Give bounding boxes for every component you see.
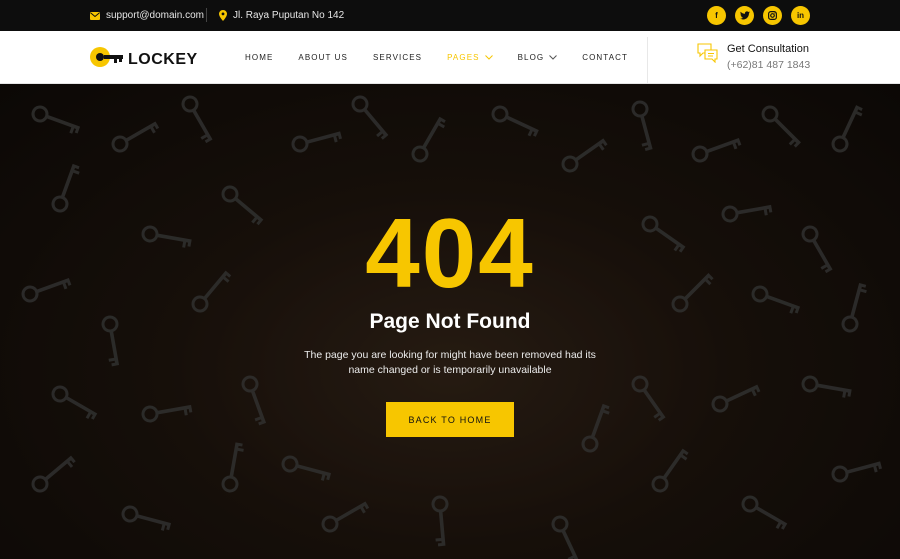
error-code: 404 bbox=[365, 198, 535, 308]
facebook-icon[interactable]: f bbox=[707, 6, 726, 25]
key-logo-icon bbox=[90, 46, 124, 73]
address-contact: Jl. Raya Puputan No 142 bbox=[206, 8, 344, 22]
nav-pages-label: PAGES bbox=[447, 53, 480, 62]
main-header: LOCKEY HOME ABOUT US SERVICES PAGES BLOG… bbox=[0, 31, 900, 84]
twitter-icon[interactable] bbox=[735, 6, 754, 25]
nav-blog-label: BLOG bbox=[517, 53, 545, 62]
back-to-home-button[interactable]: BACK TO HOME bbox=[386, 402, 514, 437]
linkedin-icon[interactable]: in bbox=[791, 6, 810, 25]
nav-home[interactable]: HOME bbox=[245, 53, 273, 62]
main-nav: HOME ABOUT US SERVICES PAGES BLOG CONTAC… bbox=[245, 31, 653, 84]
error-title: Page Not Found bbox=[369, 310, 531, 333]
instagram-icon[interactable] bbox=[763, 6, 782, 25]
consultation-phone: (+62)81 487 1843 bbox=[727, 59, 811, 71]
email-contact[interactable]: support@domain.com bbox=[90, 0, 204, 31]
header-divider bbox=[647, 37, 648, 83]
envelope-icon bbox=[90, 11, 100, 20]
chat-bubble-icon bbox=[697, 43, 718, 71]
consultation-title: Get Consultation bbox=[727, 43, 809, 55]
consultation-info[interactable]: Get Consultation (+62)81 487 1843 bbox=[697, 43, 810, 71]
chevron-down-icon bbox=[484, 55, 493, 60]
address-text: Jl. Raya Puputan No 142 bbox=[233, 9, 345, 21]
email-text: support@domain.com bbox=[106, 10, 204, 21]
error-description: The page you are looking for might have … bbox=[304, 349, 596, 376]
logo-text: LOCKEY bbox=[128, 50, 198, 68]
hero-404: 404 Page Not Found The page you are look… bbox=[0, 84, 900, 559]
map-pin-icon bbox=[219, 9, 227, 21]
nav-contact[interactable]: CONTACT bbox=[582, 53, 628, 62]
nav-blog[interactable]: BLOG bbox=[518, 53, 558, 62]
top-bar: support@domain.com Jl. Raya Puputan No 1… bbox=[0, 0, 900, 31]
nav-services[interactable]: SERVICES bbox=[373, 53, 422, 62]
logo[interactable]: LOCKEY bbox=[90, 46, 198, 73]
nav-about-us[interactable]: ABOUT US bbox=[298, 53, 348, 62]
nav-pages[interactable]: PAGES bbox=[447, 53, 493, 62]
chevron-down-icon bbox=[549, 55, 558, 60]
social-links: f in bbox=[707, 6, 810, 25]
